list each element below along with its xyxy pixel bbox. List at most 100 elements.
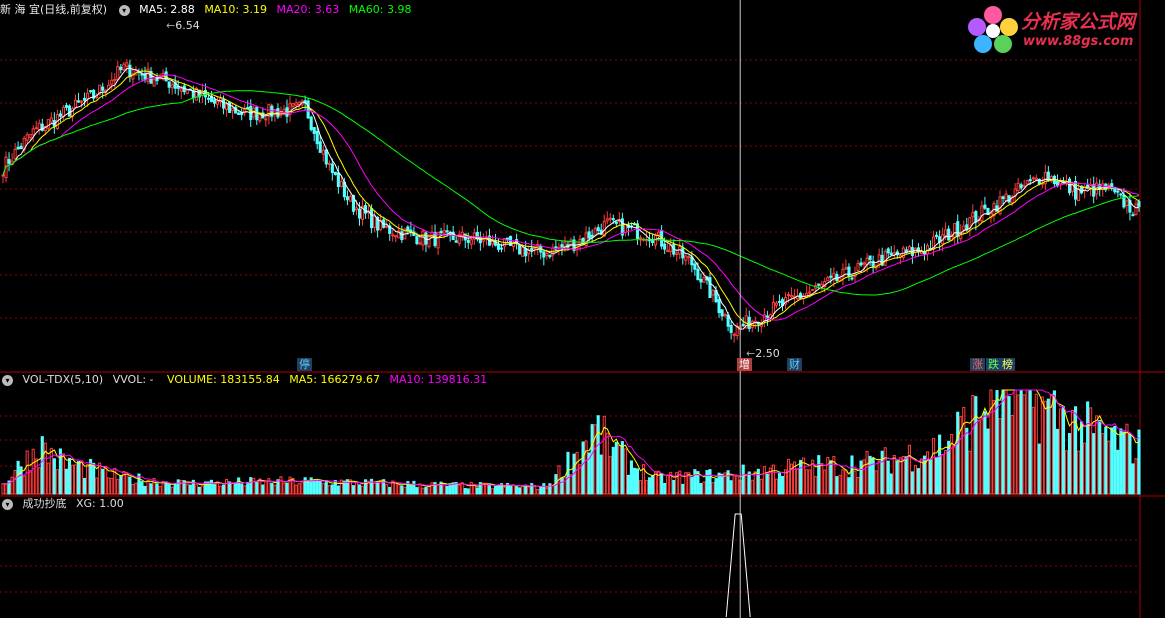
volume-bar (1064, 450, 1069, 495)
candle-body (391, 234, 395, 237)
candle-body (505, 237, 510, 240)
volume-bar (663, 482, 667, 495)
event-tag[interactable]: 财 (787, 358, 802, 371)
volume-bar (249, 477, 253, 495)
volume-bar (931, 437, 936, 495)
candle-body (947, 228, 951, 241)
volume-bar (415, 487, 419, 495)
volume-bar (614, 441, 618, 495)
volume-bar (412, 480, 416, 495)
volume-bar (1080, 421, 1084, 495)
candle-body (13, 148, 17, 160)
event-tag[interactable]: 增 (737, 358, 752, 371)
candle-body (750, 320, 754, 328)
volume-bar (37, 467, 41, 495)
candle-body (212, 99, 217, 104)
volume-bar (629, 460, 633, 495)
volume-bar (765, 473, 769, 495)
ma10-line (2, 70, 1140, 327)
volume-bar (956, 411, 960, 495)
volume-bar (360, 485, 365, 495)
volume-bar (463, 488, 467, 495)
volume-bar (672, 479, 676, 495)
event-tag[interactable]: 停 (297, 358, 312, 371)
candle-body (110, 79, 114, 85)
candle-body (415, 235, 419, 244)
volume-bar (1043, 400, 1047, 495)
volume-bar (351, 485, 356, 495)
candle-body (1134, 203, 1138, 215)
volume-bar (705, 470, 709, 495)
volume-bar (575, 451, 579, 495)
volume-bar (67, 457, 72, 495)
volume-bar (140, 481, 144, 495)
volume-bar (913, 465, 917, 495)
volume-bar (496, 484, 501, 495)
volume-bar (1134, 458, 1138, 495)
event-tag[interactable]: 跌 (986, 358, 1001, 371)
volume-bar (509, 485, 513, 495)
candle-body (34, 127, 38, 130)
volume-bar (584, 440, 588, 495)
candle-body (433, 232, 437, 247)
candle-body (518, 244, 522, 255)
volume-bar (1116, 449, 1120, 495)
volume-bar (385, 484, 389, 495)
logo-title: 分析家公式网 (1021, 11, 1136, 33)
candle-body (720, 309, 724, 317)
volume-bar (300, 481, 304, 495)
candle-body (684, 255, 688, 261)
volume-bar (333, 480, 337, 495)
candle-body (1092, 184, 1096, 197)
volume-bar (297, 483, 301, 495)
volume-bar (626, 474, 630, 495)
candle-body (348, 196, 353, 202)
candle-body (593, 228, 597, 236)
candle-body (892, 252, 896, 255)
volume-bar (1046, 398, 1050, 495)
volume-bar (104, 465, 108, 495)
volume-bar (270, 482, 274, 495)
volume-bar (119, 475, 123, 495)
volume-bar (904, 456, 908, 495)
volume-bar (1052, 390, 1056, 495)
volume-bar (1004, 389, 1008, 495)
candle-body (122, 63, 126, 71)
candle-body (1101, 183, 1105, 190)
volume-bar (55, 469, 59, 495)
candle-body (862, 262, 866, 265)
volume-bar (466, 488, 470, 495)
candle-body (330, 163, 334, 173)
volume-bar (581, 441, 585, 495)
candle-body (1089, 185, 1093, 189)
candle-body (974, 211, 978, 223)
volume-bar (944, 450, 948, 495)
candle-body (16, 146, 20, 150)
candle-body (215, 100, 220, 105)
candle-body (31, 128, 35, 136)
volume-bar (131, 484, 135, 495)
candle-body (113, 78, 117, 82)
candle-body (693, 263, 697, 270)
candle-body (826, 277, 830, 282)
volume-bar (702, 481, 706, 495)
volume-bar (1019, 389, 1023, 495)
volume-bar (252, 477, 256, 495)
candle-body (886, 248, 890, 254)
volume-bar (70, 464, 75, 495)
candle-body (167, 81, 171, 88)
volume-bar (86, 464, 90, 495)
volume-bar (1077, 450, 1081, 495)
volume-bar (635, 468, 640, 495)
volume-bar (225, 478, 229, 495)
event-tag[interactable]: 榜 (1000, 358, 1015, 371)
event-tag[interactable]: 涨 (970, 358, 985, 371)
volume-bar (246, 481, 250, 495)
volume-bar (744, 474, 748, 495)
candle-body (1022, 184, 1026, 188)
candle-body (675, 252, 679, 256)
stock-chart-canvas[interactable] (0, 0, 1165, 618)
candle-body (611, 218, 615, 221)
candle-body (1077, 188, 1081, 202)
candle-body (327, 162, 331, 165)
